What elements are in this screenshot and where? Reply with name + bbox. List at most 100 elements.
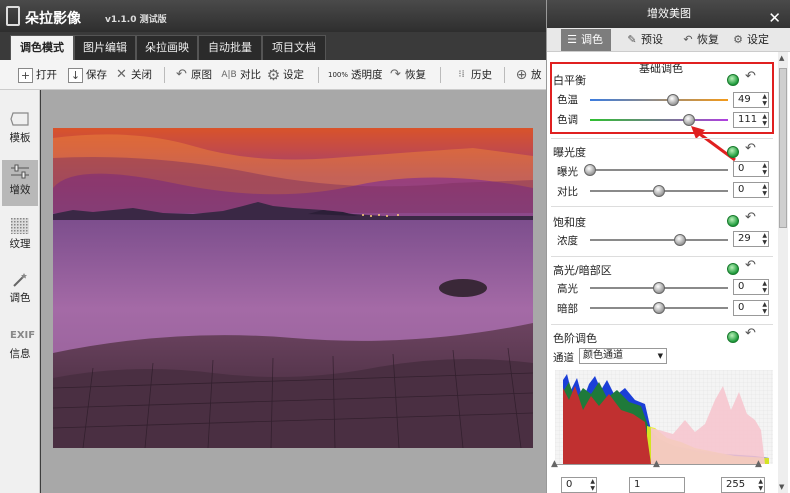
- temp-slider[interactable]: [590, 94, 728, 106]
- reset-icon[interactable]: ↶: [745, 141, 756, 156]
- compare-label: 对比: [240, 69, 261, 81]
- restore-button[interactable]: ↷ 恢复: [388, 65, 426, 85]
- tab-project-docs[interactable]: 项目文档: [262, 35, 326, 60]
- spinner-arrows-icon[interactable]: ▲ ▼: [762, 162, 767, 176]
- sidebar-item-info[interactable]: EXIF 信息: [2, 324, 38, 370]
- sidebar-item-texture[interactable]: 纹理: [2, 214, 38, 260]
- tint-label: 色调: [557, 114, 578, 126]
- tab-presets[interactable]: ✎ 预设: [623, 29, 673, 51]
- toolbar-divider: [318, 67, 319, 83]
- opacity-button[interactable]: 100% 透明度: [328, 65, 383, 85]
- levels-toggle[interactable]: [727, 331, 739, 343]
- tab-dora-frames[interactable]: 朵拉画映: [136, 35, 198, 60]
- temp-label: 色温: [557, 94, 578, 106]
- scroll-down-icon[interactable]: ▼: [779, 483, 784, 491]
- spinner-arrows-icon[interactable]: ▲ ▼: [762, 232, 767, 246]
- shadow-slider[interactable]: [590, 302, 728, 314]
- saturation-toggle[interactable]: [727, 215, 739, 227]
- temp-slider-knob[interactable]: [666, 94, 679, 106]
- reset-icon[interactable]: ↶: [745, 326, 756, 341]
- channel-select[interactable]: 颜色通道 ▼: [579, 348, 667, 364]
- open-button[interactable]: + 打开: [18, 65, 57, 85]
- vibrance-slider[interactable]: [590, 234, 728, 246]
- vibrance-input[interactable]: 29 ▲ ▼: [733, 231, 769, 247]
- tint-slider[interactable]: [590, 114, 728, 126]
- tab-color-mode[interactable]: 调色模式: [10, 35, 74, 60]
- spinner-arrows-icon[interactable]: ▲ ▼: [762, 301, 767, 315]
- magic-wand-icon: [10, 272, 30, 288]
- spinner-arrows-icon[interactable]: ▲ ▼: [758, 478, 763, 492]
- input-gamma-value: 1: [634, 479, 641, 490]
- levels-histogram[interactable]: [555, 370, 773, 464]
- app-logo-icon: [6, 6, 20, 26]
- exposure-toggle[interactable]: [727, 146, 739, 158]
- tint-input[interactable]: 111 ▲ ▼: [733, 112, 769, 128]
- panel-scrollbar[interactable]: ▲ ▼: [778, 52, 788, 493]
- highlight-slider[interactable]: [590, 282, 728, 294]
- tab-label: 恢复: [697, 33, 719, 46]
- highlight-shadow-toggle[interactable]: [727, 263, 739, 275]
- panel-tabbar: ☰ 调色 ✎ 预设 ↶ 恢复 ⚙ 设定: [547, 28, 790, 52]
- photo-canvas[interactable]: [41, 90, 546, 493]
- left-sidebar: 模板 增效 纹理 调色 EXIF 信息: [0, 90, 40, 493]
- tab-restore[interactable]: ↶ 恢复: [679, 29, 729, 51]
- white-balance-toggle[interactable]: [727, 74, 739, 86]
- scroll-up-icon[interactable]: ▲: [779, 54, 784, 62]
- spinner-arrows-icon[interactable]: ▲ ▼: [762, 93, 767, 107]
- spinner-arrows-icon[interactable]: ▲ ▼: [590, 478, 595, 492]
- contrast-input[interactable]: 0 ▲ ▼: [733, 182, 769, 198]
- contrast-slider[interactable]: [590, 185, 728, 197]
- vibrance-slider-knob[interactable]: [673, 234, 686, 246]
- temp-input[interactable]: 49 ▲ ▼: [733, 92, 769, 108]
- shadow-slider-knob[interactable]: [653, 302, 665, 314]
- zoom-button[interactable]: ⊕ 放: [514, 65, 542, 85]
- compare-button[interactable]: A|B 对比: [220, 65, 261, 85]
- tab-settings[interactable]: ⚙ 设定: [729, 29, 779, 51]
- scrollbar-thumb[interactable]: [779, 68, 787, 228]
- shadow-input[interactable]: 0 ▲ ▼: [733, 300, 769, 316]
- sidebar-item-enhance[interactable]: 增效: [2, 160, 38, 206]
- reset-icon[interactable]: ↶: [745, 69, 756, 84]
- highlight-slider-knob[interactable]: [653, 282, 665, 294]
- white-point-handle-icon[interactable]: ▲: [755, 459, 762, 469]
- tab-adjust[interactable]: ☰ 调色: [561, 29, 611, 51]
- tab-auto-batch[interactable]: 自动批量: [198, 35, 262, 60]
- exposure-slider-knob[interactable]: [584, 164, 596, 176]
- contrast-slider-knob[interactable]: [653, 185, 665, 197]
- save-button[interactable]: ↓ 保存: [68, 65, 107, 85]
- input-gamma-field[interactable]: 1: [629, 477, 685, 493]
- spinner-arrows-icon[interactable]: ▲ ▼: [762, 183, 767, 197]
- dropdown-arrow-icon: ▼: [657, 352, 663, 360]
- toolbar: + 打开 ↓ 保存 ✕ 关闭 ↶ 原图 A|B 对比 ⚙ 设定 100% 透明度 ↷ 恢复 ⁝⁞…: [0, 60, 546, 90]
- vibrance-label: 浓度: [557, 235, 578, 247]
- spinner-arrows-icon[interactable]: ▲ ▼: [762, 113, 767, 127]
- history-button[interactable]: ⁝⁞ 历史: [454, 65, 492, 85]
- tab-image-edit[interactable]: 图片编辑: [74, 35, 136, 60]
- highlight-shadow-title: 高光/暗部区: [553, 264, 612, 277]
- exposure-input[interactable]: 0 ▲ ▼: [733, 161, 769, 177]
- input-white-field[interactable]: 255 ▲ ▼: [721, 477, 765, 493]
- reset-icon[interactable]: ↶: [745, 210, 756, 225]
- exposure-slider[interactable]: [584, 164, 728, 176]
- settings-button[interactable]: ⚙ 设定: [266, 65, 304, 85]
- channel-label: 通道: [553, 352, 574, 364]
- exposure-label: 曝光: [557, 166, 578, 178]
- sidebar-item-template[interactable]: 模板: [2, 108, 38, 154]
- close-button[interactable]: ✕ 关闭: [114, 65, 152, 85]
- close-label: 关闭: [131, 69, 152, 81]
- reset-icon[interactable]: ↶: [745, 258, 756, 273]
- spinner-arrows-icon[interactable]: ▲ ▼: [762, 280, 767, 294]
- original-label: 原图: [191, 69, 212, 81]
- sidebar-item-color[interactable]: 调色: [2, 268, 38, 314]
- black-point-handle-icon[interactable]: ▲: [551, 459, 558, 469]
- highlight-input[interactable]: 0 ▲ ▼: [733, 279, 769, 295]
- input-black-field[interactable]: 0 ▲ ▼: [561, 477, 597, 493]
- toolbar-divider: [504, 67, 505, 83]
- temp-value: 49: [738, 94, 751, 105]
- original-button[interactable]: ↶ 原图: [174, 65, 212, 85]
- history-icon: ⁝⁞: [458, 69, 465, 80]
- exif-icon: EXIF: [10, 330, 36, 341]
- ab-compare-icon: A|B: [221, 70, 237, 80]
- panel-title: 增效美图: [647, 7, 691, 20]
- gamma-handle-icon[interactable]: ▲: [653, 459, 660, 469]
